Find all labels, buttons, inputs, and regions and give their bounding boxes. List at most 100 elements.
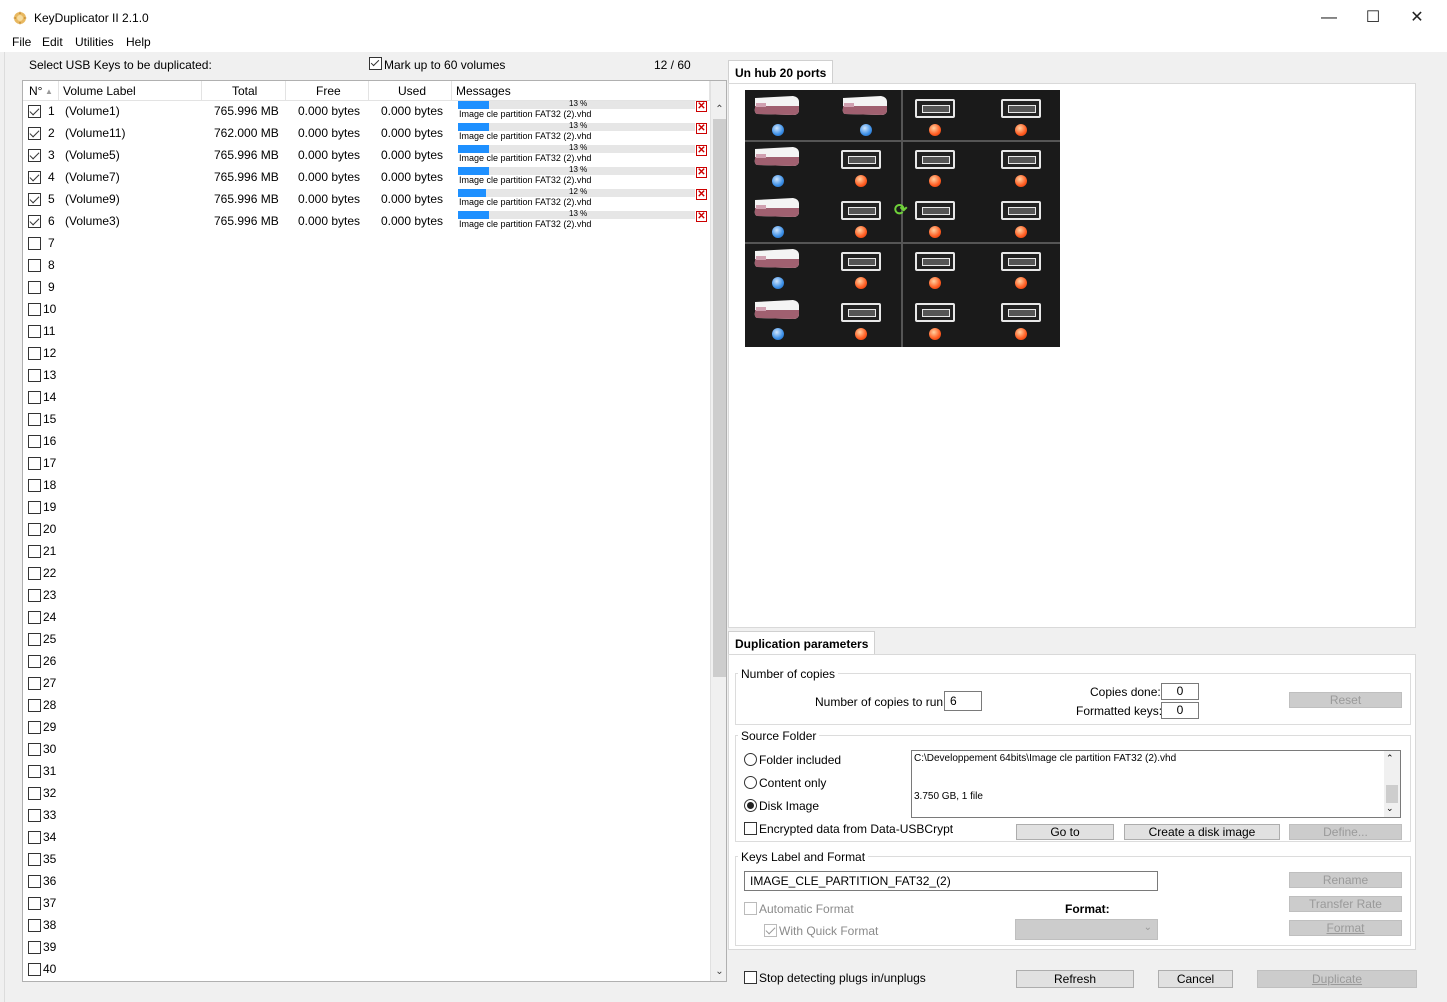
row-checkbox[interactable] — [28, 611, 41, 624]
table-row[interactable]: 30 — [23, 739, 711, 761]
go-to-button[interactable]: Go to — [1016, 824, 1114, 840]
table-row[interactable]: 28 — [23, 695, 711, 717]
row-checkbox[interactable] — [28, 193, 41, 206]
col-number[interactable]: N° — [29, 84, 42, 98]
table-row[interactable]: 15 — [23, 409, 711, 431]
maximize-button[interactable]: ☐ — [1351, 4, 1395, 32]
key-label-input[interactable]: IMAGE_CLE_PARTITION_FAT32_(2) — [744, 871, 1158, 891]
table-row[interactable]: 33 — [23, 805, 711, 827]
table-row[interactable]: 4 (Volume7) 765.996 MB 0.000 bytes 0.000 byt… — [23, 165, 711, 189]
col-free[interactable]: Free — [316, 84, 341, 98]
row-checkbox[interactable] — [28, 809, 41, 822]
row-checkbox[interactable] — [28, 875, 41, 888]
row-checkbox[interactable] — [28, 633, 41, 646]
row-checkbox[interactable] — [28, 479, 41, 492]
table-row[interactable]: 5 (Volume9) 765.996 MB 0.000 bytes 0.000 byt… — [23, 187, 711, 211]
row-checkbox[interactable] — [28, 787, 41, 800]
scroll-up-icon[interactable]: ⌃ — [711, 101, 726, 118]
table-row[interactable]: 35 — [23, 849, 711, 871]
quick-format-checkbox[interactable] — [764, 924, 777, 937]
row-checkbox[interactable] — [28, 435, 41, 448]
menu-file[interactable]: File — [12, 35, 31, 49]
row-checkbox[interactable] — [28, 699, 41, 712]
table-row[interactable]: 18 — [23, 475, 711, 497]
table-row[interactable]: 6 (Volume3) 765.996 MB 0.000 bytes 0.000 byt… — [23, 209, 711, 233]
disk-image-radio[interactable] — [744, 799, 757, 812]
close-message-icon[interactable]: ✕ — [696, 101, 707, 112]
row-checkbox[interactable] — [28, 919, 41, 932]
row-checkbox[interactable] — [28, 127, 41, 140]
stop-detect-checkbox[interactable] — [744, 971, 757, 984]
row-checkbox[interactable] — [28, 853, 41, 866]
source-scroll-thumb[interactable] — [1386, 785, 1398, 803]
table-row[interactable]: 38 — [23, 915, 711, 937]
row-checkbox[interactable] — [28, 347, 41, 360]
table-row[interactable]: 40 — [23, 959, 711, 981]
row-checkbox[interactable] — [28, 589, 41, 602]
table-row[interactable]: 21 — [23, 541, 711, 563]
table-row[interactable]: 29 — [23, 717, 711, 739]
copies-to-run-input[interactable]: 6 — [944, 691, 982, 711]
close-message-icon[interactable]: ✕ — [696, 145, 707, 156]
row-checkbox[interactable] — [28, 941, 41, 954]
tab-hub[interactable]: Un hub 20 ports — [728, 60, 834, 84]
row-checkbox[interactable] — [28, 897, 41, 910]
table-row[interactable]: 11 — [23, 321, 711, 343]
menu-utilities[interactable]: Utilities — [75, 35, 114, 49]
row-checkbox[interactable] — [28, 369, 41, 382]
refresh-button[interactable]: Refresh — [1016, 970, 1134, 988]
row-checkbox[interactable] — [28, 149, 41, 162]
row-checkbox[interactable] — [28, 105, 41, 118]
row-checkbox[interactable] — [28, 237, 41, 250]
table-row[interactable]: 24 — [23, 607, 711, 629]
scroll-down-icon[interactable]: ⌄ — [711, 963, 726, 980]
table-row[interactable]: 20 — [23, 519, 711, 541]
rename-button[interactable]: Rename — [1289, 872, 1402, 888]
row-checkbox[interactable] — [28, 303, 41, 316]
table-row[interactable]: 12 — [23, 343, 711, 365]
row-checkbox[interactable] — [28, 413, 41, 426]
source-path-box[interactable]: C:\Developpement 64bits\Image cle partit… — [911, 750, 1401, 818]
tab-duplication-parameters[interactable]: Duplication parameters — [728, 631, 876, 655]
table-row[interactable]: 14 — [23, 387, 711, 409]
table-row[interactable]: 19 — [23, 497, 711, 519]
close-message-icon[interactable]: ✕ — [696, 211, 707, 222]
table-row[interactable]: 26 — [23, 651, 711, 673]
table-row[interactable]: 3 (Volume5) 765.996 MB 0.000 bytes 0.000 byt… — [23, 143, 711, 167]
row-checkbox[interactable] — [28, 391, 41, 404]
transfer-rate-button[interactable]: Transfer Rate — [1289, 896, 1402, 912]
table-row[interactable]: 1 (Volume1) 765.996 MB 0.000 bytes 0.000 byt… — [23, 99, 711, 123]
row-checkbox[interactable] — [28, 765, 41, 778]
table-row[interactable]: 23 — [23, 585, 711, 607]
mark-volumes-checkbox[interactable] — [369, 57, 382, 70]
list-scrollbar[interactable]: ⌃ ⌄ — [710, 81, 726, 981]
cancel-button[interactable]: Cancel — [1158, 970, 1233, 988]
row-checkbox[interactable] — [28, 677, 41, 690]
row-checkbox[interactable] — [28, 215, 41, 228]
table-row[interactable]: 37 — [23, 893, 711, 915]
row-checkbox[interactable] — [28, 743, 41, 756]
row-checkbox[interactable] — [28, 281, 41, 294]
close-message-icon[interactable]: ✕ — [696, 123, 707, 134]
create-disk-image-button[interactable]: Create a disk image — [1124, 824, 1280, 840]
row-checkbox[interactable] — [28, 545, 41, 558]
row-checkbox[interactable] — [28, 655, 41, 668]
minimize-button[interactable]: — — [1307, 4, 1351, 32]
reset-button[interactable]: Reset — [1289, 692, 1402, 708]
col-messages[interactable]: Messages — [456, 84, 511, 98]
folder-included-radio[interactable] — [744, 753, 757, 766]
table-row[interactable]: 34 — [23, 827, 711, 849]
table-row[interactable]: 27 — [23, 673, 711, 695]
table-row[interactable]: 16 — [23, 431, 711, 453]
format-select[interactable]: ⌄ — [1015, 919, 1158, 940]
menu-help[interactable]: Help — [126, 35, 151, 49]
row-checkbox[interactable] — [28, 457, 41, 470]
row-checkbox[interactable] — [28, 259, 41, 272]
table-row[interactable]: 13 — [23, 365, 711, 387]
row-checkbox[interactable] — [28, 721, 41, 734]
table-row[interactable]: 25 — [23, 629, 711, 651]
table-row[interactable]: 9 — [23, 277, 711, 299]
table-row[interactable]: 31 — [23, 761, 711, 783]
row-checkbox[interactable] — [28, 963, 41, 976]
table-row[interactable]: 7 — [23, 233, 711, 255]
